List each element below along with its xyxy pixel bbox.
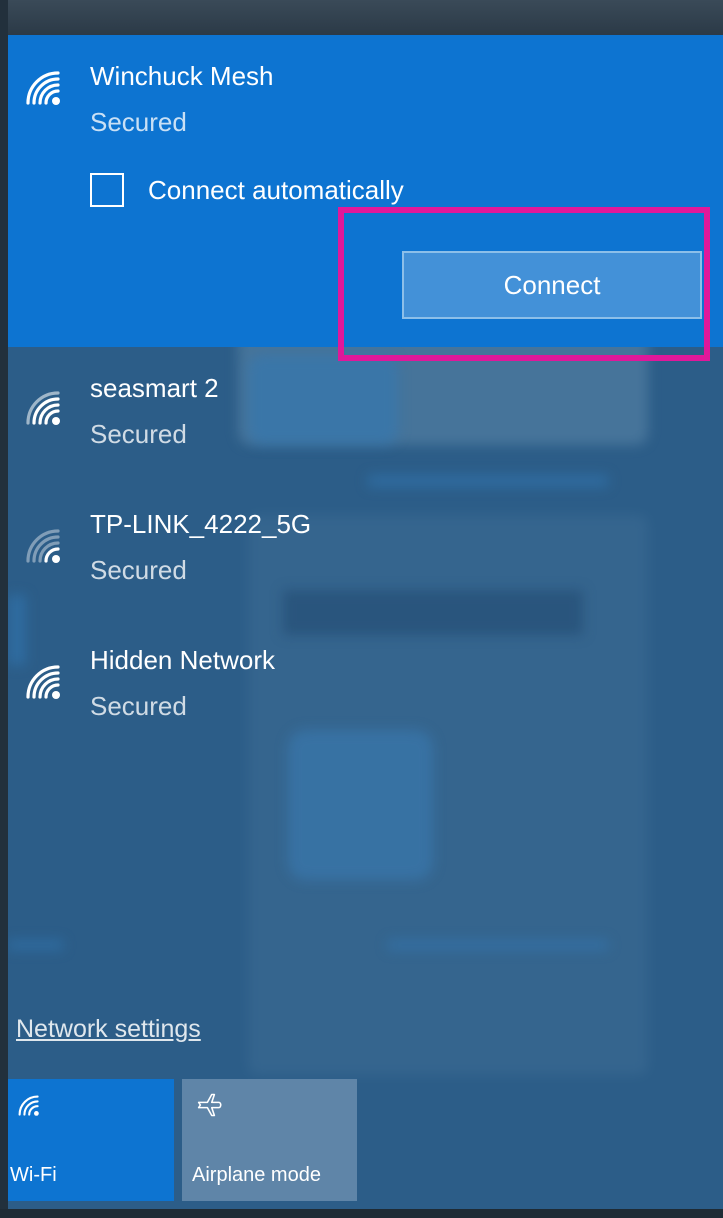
network-item-winchuck-mesh[interactable]: Winchuck Mesh Secured	[8, 35, 723, 155]
network-name: TP-LINK_4222_5G	[90, 509, 312, 539]
airplane-mode-tile[interactable]: Airplane mode	[182, 1079, 357, 1201]
wifi-signal-icon	[26, 391, 60, 425]
wifi-toggle-tile[interactable]: Wi-Fi	[8, 1079, 174, 1201]
background-blur	[368, 475, 608, 487]
wifi-signal-icon	[26, 665, 60, 699]
window-top-edge	[0, 0, 723, 35]
network-settings-link[interactable]: Network settings	[16, 1015, 201, 1044]
window-bottom-edge	[0, 1209, 723, 1218]
highlight-annotation	[338, 207, 710, 361]
window-left-edge	[0, 0, 8, 1218]
connect-automatically-label[interactable]: Connect automatically	[148, 175, 404, 206]
wifi-tile-label: Wi-Fi	[10, 1164, 57, 1186]
network-item-hidden-network[interactable]: Hidden Network Secured	[8, 629, 723, 749]
background-blur	[388, 940, 608, 950]
connect-automatically-checkbox[interactable]	[90, 173, 124, 207]
network-item-tp-link[interactable]: TP-LINK_4222_5G Secured	[8, 493, 723, 613]
network-status: Secured	[90, 691, 187, 721]
wifi-icon	[18, 1095, 39, 1116]
network-item-seasmart-2[interactable]: seasmart 2 Secured	[8, 355, 723, 475]
wifi-signal-icon	[26, 71, 60, 105]
network-name: Hidden Network	[90, 645, 275, 675]
network-status: Secured	[90, 555, 187, 585]
wifi-signal-weak-icon	[26, 529, 60, 563]
network-name: Winchuck Mesh	[90, 61, 274, 91]
airplane-icon	[197, 1093, 222, 1117]
network-status: Secured	[90, 419, 187, 449]
network-name: seasmart 2	[90, 373, 219, 403]
network-status: Secured	[90, 107, 187, 137]
network-flyout: Winchuck Mesh Secured Connect automatica…	[8, 35, 723, 1209]
airplane-tile-label: Airplane mode	[192, 1164, 321, 1186]
background-blur	[8, 940, 63, 950]
